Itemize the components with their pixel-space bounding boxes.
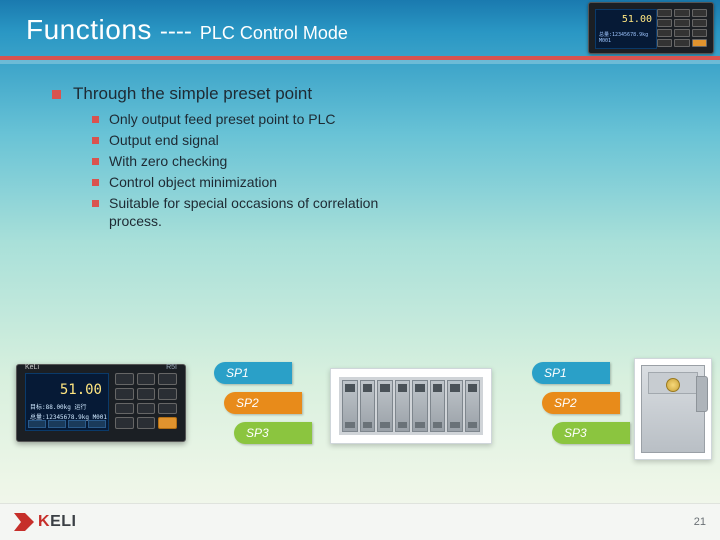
controlled-machine — [634, 358, 712, 460]
arrow-sp2: SP2 — [224, 392, 300, 414]
logo-text: KELI — [38, 513, 76, 531]
plc-modules — [339, 377, 483, 435]
bullet-icon — [92, 158, 99, 165]
sub-accent-line — [0, 60, 720, 64]
arrow-label: SP1 — [544, 366, 567, 380]
device-keypad — [115, 373, 177, 429]
slide: Functions ---- PLC Control Mode 51.00 总量… — [0, 0, 720, 540]
bullet-text: Control object minimization — [109, 173, 277, 192]
bullet-text: Only output feed preset point to PLC — [109, 110, 335, 129]
arrow-label: SP2 — [236, 396, 259, 410]
bullet-icon — [52, 90, 61, 99]
device-softkeys — [28, 420, 106, 428]
page-number: 21 — [694, 516, 706, 528]
bullet-level2: Only output feed preset point to PLC — [92, 110, 392, 129]
title-dash: ---- — [160, 18, 192, 46]
bullet-level2: Suitable for special occasions of correl… — [92, 194, 392, 232]
device-keypad — [657, 9, 707, 47]
weighing-indicator-device: KeLi R5I 51.00 目标:88.00kg 运行 总量:12345678… — [16, 364, 186, 442]
arrow-sp3: SP3 — [234, 422, 300, 444]
gauge-icon — [666, 378, 680, 392]
bullet-level1: Through the simple preset point — [52, 84, 392, 104]
bullet-level2: Control object minimization — [92, 173, 392, 192]
brand-logo: KELI — [14, 513, 76, 531]
logo-icon — [14, 513, 34, 531]
title-subtitle: PLC Control Mode — [200, 23, 348, 44]
bullet-icon — [92, 137, 99, 144]
machine-body — [641, 365, 705, 453]
bullet-heading: Through the simple preset point — [73, 84, 312, 104]
arrow-sp1: SP1 — [532, 362, 618, 384]
arrow-label: SP3 — [564, 426, 587, 440]
arrow-label: SP2 — [554, 396, 577, 410]
arrow-sp1: SP1 — [214, 362, 300, 384]
arrow-sp2: SP2 — [542, 392, 618, 414]
device-status-line: 总量:12345678.9kg M001 — [599, 31, 656, 44]
arrow-label: SP3 — [246, 426, 269, 440]
content-block: Through the simple preset point Only out… — [52, 84, 392, 233]
diagram-row: KeLi R5I 51.00 目标:88.00kg 运行 总量:12345678… — [16, 358, 704, 468]
bullet-icon — [92, 200, 99, 207]
device-screen: 51.00 目标:88.00kg 运行 总量:12345678.9kg M001 — [25, 373, 109, 431]
device-line1: 目标:88.00kg 运行 — [30, 402, 87, 411]
device-screen: 51.00 总量:12345678.9kg M001 — [595, 9, 657, 49]
bullet-icon — [92, 179, 99, 186]
signal-arrows-group-2: SP1 SP2 SP3 — [532, 362, 618, 452]
bullet-text: Suitable for special occasions of correl… — [109, 194, 392, 232]
bullet-icon — [92, 116, 99, 123]
device-model: R5I — [166, 364, 177, 371]
device-thumbnail-top: 51.00 总量:12345678.9kg M001 — [588, 2, 714, 54]
arrow-label: SP1 — [226, 366, 249, 380]
footer: KELI 21 — [0, 503, 720, 540]
device-readout: 51.00 — [622, 14, 652, 25]
arrow-sp3: SP3 — [552, 422, 618, 444]
bullet-text: With zero checking — [109, 152, 227, 171]
bullet-level2: Output end signal — [92, 131, 392, 150]
signal-arrows-group-1: SP1 SP2 SP3 — [214, 362, 300, 452]
bullet-level2: With zero checking — [92, 152, 392, 171]
bullet-text: Output end signal — [109, 131, 219, 150]
plc-rack — [330, 368, 492, 444]
device-brand: KeLi — [25, 364, 39, 371]
title-main: Functions — [26, 14, 152, 46]
device-readout: 51.00 — [60, 382, 102, 398]
